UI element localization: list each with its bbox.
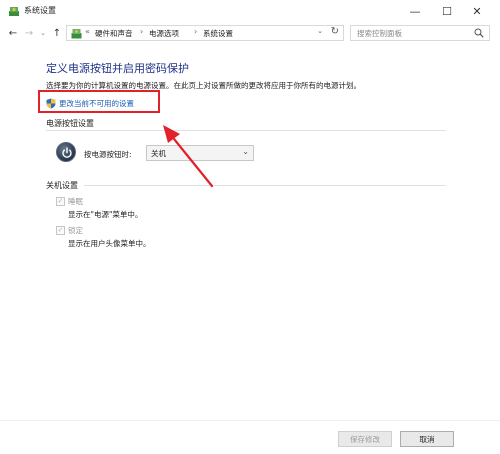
lock-option-description: 显示在用户头像菜单中。: [68, 239, 151, 248]
up-arrow-icon[interactable]: ↑: [50, 26, 64, 40]
forward-arrow-icon[interactable]: →: [22, 26, 36, 40]
save-changes-button[interactable]: 保存修改: [338, 431, 392, 447]
shutdown-section-title: 关机设置: [46, 181, 78, 190]
control-panel-app-icon: [9, 7, 19, 16]
lock-option-label: 锁定: [68, 226, 83, 235]
breadcrumb-separator-icon[interactable]: ›: [140, 27, 143, 36]
page-title: 定义电源按钮并启用密码保护: [46, 62, 189, 75]
cancel-button[interactable]: 取消: [400, 431, 454, 447]
chevron-down-icon[interactable]: ⌄: [242, 147, 249, 156]
section-divider: [84, 185, 446, 186]
navigation-bar: ← → ⌄ ↑ « 硬件和声音 › 电源选项 › 系统设置 ⌄ ↻ 搜索控制面板: [0, 22, 500, 44]
power-symbol-icon: [62, 147, 72, 158]
sleep-option-description: 显示在"电源"菜单中。: [68, 210, 143, 219]
power-button-action-label: 按电源按钮时:: [84, 150, 132, 159]
lock-checkbox[interactable]: ✓: [56, 226, 65, 235]
window-title: 系统设置: [24, 6, 56, 15]
close-button[interactable]: ✕: [462, 0, 492, 22]
title-bar: 系统设置 — ☐ ✕: [0, 0, 500, 22]
control-panel-icon: [71, 29, 82, 39]
breadcrumb-overflow-icon: «: [85, 27, 90, 36]
sleep-option-label: 睡眠: [68, 197, 83, 206]
search-icon[interactable]: [474, 28, 484, 38]
breadcrumb-system-settings[interactable]: 系统设置: [203, 28, 233, 39]
search-placeholder: 搜索控制面板: [357, 29, 402, 38]
recent-locations-chevron-icon[interactable]: ⌄: [36, 26, 50, 40]
footer-divider: [0, 420, 500, 421]
breadcrumb-separator-icon[interactable]: ›: [194, 27, 197, 36]
power-button-action-select[interactable]: 关机 ⌄: [146, 145, 254, 161]
minimize-button[interactable]: —: [400, 0, 430, 22]
maximize-button[interactable]: ☐: [432, 0, 462, 22]
sleep-checkbox[interactable]: ✓: [56, 197, 65, 206]
refresh-icon[interactable]: ↻: [331, 26, 339, 37]
annotation-highlight-box: [38, 90, 160, 113]
address-dropdown-icon[interactable]: ⌄: [317, 27, 323, 35]
section-divider: [46, 130, 446, 131]
search-input[interactable]: 搜索控制面板: [350, 25, 490, 41]
address-bar[interactable]: « 硬件和声音 › 电源选项 › 系统设置 ⌄ ↻: [66, 25, 344, 41]
power-button-icon: [56, 142, 76, 162]
power-button-section-title: 电源按钮设置: [46, 119, 94, 128]
power-button-selected-value: 关机: [151, 149, 166, 158]
breadcrumb-power-options[interactable]: 电源选项: [149, 28, 179, 39]
back-arrow-icon[interactable]: ←: [6, 26, 20, 40]
breadcrumb-hardware-sound[interactable]: 硬件和声音: [95, 28, 133, 39]
